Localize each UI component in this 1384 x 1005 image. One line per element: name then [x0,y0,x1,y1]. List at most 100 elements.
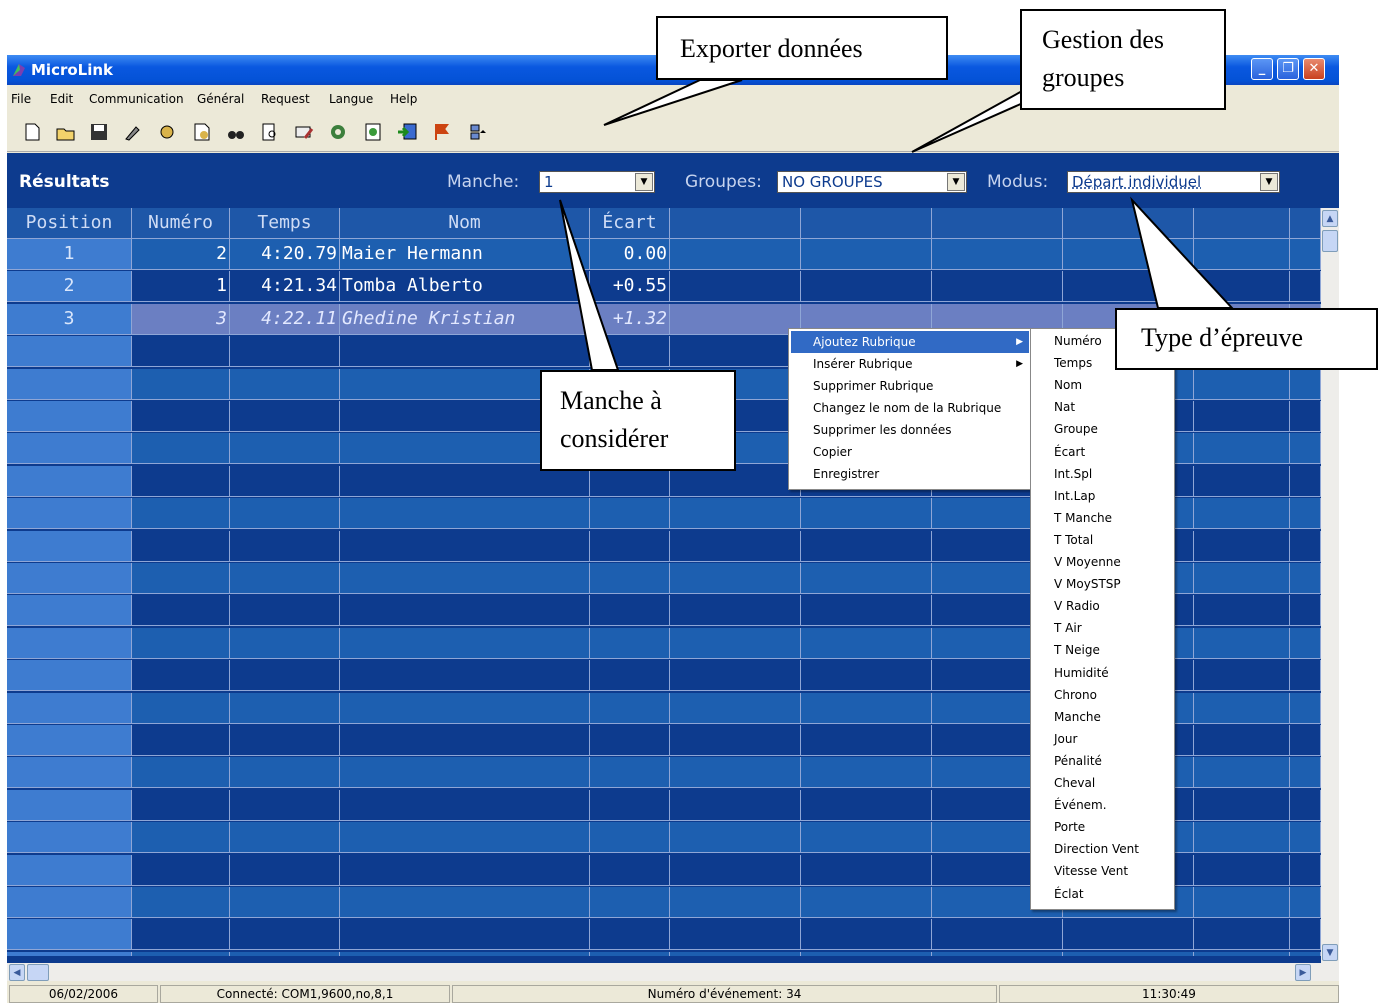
submenu-item[interactable]: T Manche [1054,507,1112,529]
binoculars-icon[interactable] [225,121,247,143]
table-cell[interactable] [801,757,932,789]
table-cell[interactable] [132,627,230,659]
table-cell[interactable] [670,757,801,789]
submenu-item[interactable]: Nom [1054,374,1082,396]
table-cell[interactable] [932,951,1063,956]
table-cell[interactable] [132,368,230,400]
table-cell[interactable]: Maier Hermann [340,239,590,270]
position-cell[interactable] [7,725,132,756]
table-cell[interactable] [670,919,801,951]
table-cell[interactable] [1194,433,1290,465]
table-cell[interactable]: +0.55 [590,271,670,303]
table-cell[interactable] [132,951,230,956]
table-cell[interactable] [1290,498,1321,530]
menu-edit[interactable]: Edit [50,92,73,106]
menu-item-copier[interactable]: Copier [791,441,1029,463]
table-cell[interactable] [1194,660,1290,692]
table-cell[interactable] [1194,919,1290,951]
table-cell[interactable] [340,692,590,724]
table-cell[interactable] [1194,498,1290,530]
submenu-item[interactable]: Humidité [1054,662,1109,684]
manche-dropdown[interactable]: 1 ▼ [539,171,655,193]
table-cell[interactable] [801,822,932,854]
position-cell[interactable] [7,854,132,886]
column-header[interactable]: Numéro [132,208,230,239]
submenu-item[interactable]: V Moyenne [1054,551,1121,573]
table-cell[interactable] [132,822,230,854]
table-cell[interactable] [1290,757,1321,789]
menu-langue[interactable]: Langue [329,92,373,106]
table-cell[interactable] [230,887,340,918]
table-cell[interactable] [801,660,932,692]
horizontal-scrollbar[interactable]: ◀ ▶ [7,963,1339,981]
table-cell[interactable] [1194,563,1290,594]
table-cell[interactable] [132,595,230,627]
position-cell[interactable] [7,595,132,627]
submenu-item[interactable]: Chrono [1054,684,1097,706]
chevron-down-icon[interactable]: ▼ [635,173,653,191]
table-cell[interactable] [230,692,340,724]
save-icon[interactable] [88,121,110,143]
submenu-item[interactable]: T Neige [1054,639,1100,661]
table-cell[interactable] [1063,919,1194,951]
table-cell[interactable] [1290,563,1321,594]
preview-icon[interactable] [259,121,281,143]
menu-file[interactable]: File [11,92,31,106]
table-cell[interactable] [801,951,932,956]
table-cell[interactable] [340,919,590,951]
table-cell[interactable] [932,239,1063,270]
submenu-item[interactable]: T Air [1054,617,1082,639]
menu-communication[interactable]: Communication [89,92,184,106]
empty-column-header[interactable] [1290,208,1321,239]
submenu-item[interactable]: Vitesse Vent [1054,860,1128,882]
table-cell[interactable] [801,692,932,724]
table-cell[interactable] [1290,433,1321,465]
table-cell[interactable] [1194,239,1290,270]
submenu-item[interactable]: T Total [1054,529,1093,551]
scroll-up-icon[interactable]: ▲ [1322,210,1338,227]
table-cell[interactable] [670,239,801,270]
table-cell[interactable] [1194,271,1290,303]
table-cell[interactable] [670,951,801,956]
table-cell[interactable]: 3 [132,303,230,335]
empty-column-header[interactable] [670,208,801,239]
table-cell[interactable] [1290,854,1321,886]
table-cell[interactable] [132,530,230,562]
scroll-thumb[interactable] [1322,230,1338,252]
table-cell[interactable] [590,627,670,659]
brush-icon[interactable] [122,121,144,143]
table-cell[interactable] [670,789,801,821]
submenu-item[interactable]: Événem. [1054,794,1107,816]
position-cell[interactable] [7,692,132,724]
submenu-item[interactable]: Pénalité [1054,750,1102,772]
table-cell[interactable] [230,595,340,627]
new-icon[interactable] [21,121,43,143]
table-cell[interactable] [132,660,230,692]
table-cell[interactable] [230,530,340,562]
table-cell[interactable]: 4:21.34 [230,271,340,303]
position-cell[interactable] [7,919,132,951]
table-cell[interactable] [801,854,932,886]
table-cell[interactable] [1290,271,1321,303]
position-cell[interactable] [7,887,132,918]
table-cell[interactable] [230,498,340,530]
position-cell[interactable] [7,627,132,659]
position-cell[interactable] [7,530,132,562]
table-cell[interactable] [670,627,801,659]
table-cell[interactable] [670,692,801,724]
column-header[interactable]: Temps [230,208,340,239]
table-cell[interactable] [801,498,932,530]
position-cell[interactable] [7,563,132,594]
table-cell[interactable] [132,919,230,951]
table-cell[interactable] [1290,627,1321,659]
submenu-item[interactable]: Numéro [1054,330,1102,352]
submenu-item[interactable]: Écart [1054,441,1085,463]
table-cell[interactable] [1290,692,1321,724]
position-cell[interactable] [7,433,132,465]
chevron-down-icon[interactable]: ▼ [1260,173,1278,191]
empty-row[interactable] [7,919,1321,951]
table-cell[interactable] [230,757,340,789]
table-cell[interactable] [670,530,801,562]
table-cell[interactable] [230,951,340,956]
minimize-button[interactable]: _ [1251,58,1273,80]
